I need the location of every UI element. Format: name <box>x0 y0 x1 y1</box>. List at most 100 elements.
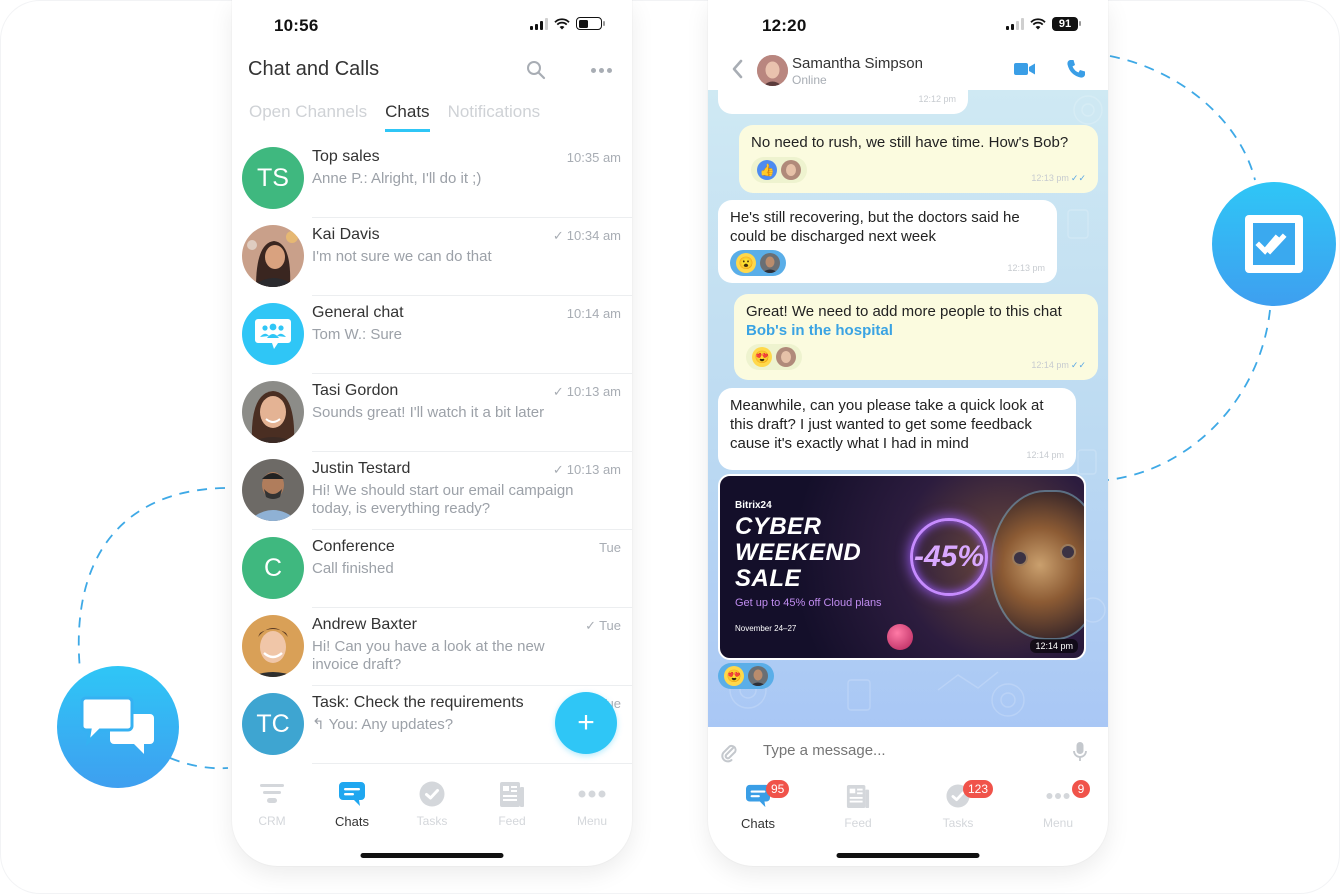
conversation-phone: 12:20 91 Samantha Simpson Online 12:12 p… <box>708 0 1108 866</box>
message-reactions[interactable]: 😮 <box>730 250 786 276</box>
video-call-icon[interactable] <box>1014 62 1036 76</box>
message-link[interactable]: Bob's in the hospital <box>746 321 1086 340</box>
promo-headline-line: WEEKEND <box>735 539 862 566</box>
attachment-icon[interactable] <box>720 741 738 763</box>
back-chevron-icon[interactable] <box>730 58 744 80</box>
nav-tasks[interactable]: Tasks 123 <box>908 780 1008 842</box>
love-emoji-icon: 😍 <box>752 347 772 367</box>
chat-name: Top sales <box>312 148 380 165</box>
chat-name: General chat <box>312 304 404 321</box>
chat-list-item[interactable]: Andrew Baxter ✓ Tue Hi! Can you have a lo… <box>232 608 632 686</box>
astronaut-cat-illustration <box>990 490 1084 640</box>
battery-icon <box>576 17 605 30</box>
message-composer <box>708 727 1108 777</box>
outgoing-message: No need to rush, we still have time. How… <box>739 125 1098 193</box>
person-photo-icon <box>748 666 768 686</box>
menu-dots-icon <box>1046 793 1070 799</box>
bottom-nav: Chats 95 Feed Tasks 123 Menu 9 <box>708 780 1108 842</box>
message-time: 12:13 pm ✓✓ <box>1031 169 1086 188</box>
task-feature-badge <box>1212 182 1336 306</box>
chat-time-text: 10:34 am <box>566 228 621 243</box>
signal-icon <box>1006 18 1024 30</box>
avatar <box>242 225 304 287</box>
promo-image-message[interactable]: Bitrix24 CYBER WEEKEND SALE Get up to 45… <box>718 474 1086 660</box>
chat-name: Task: Check the requirements <box>312 694 524 711</box>
group-chat-icon <box>255 319 291 349</box>
nav-chats[interactable]: Chats <box>312 780 392 840</box>
new-chat-button[interactable]: + <box>555 692 617 754</box>
task-check-icon <box>419 781 445 807</box>
promo-headline-line: CYBER <box>735 513 822 540</box>
cat-eye <box>1012 550 1028 566</box>
incoming-message: He's still recovering, but the doctors s… <box>718 200 1057 283</box>
phone-call-icon[interactable] <box>1066 59 1086 79</box>
avatar: C <box>242 537 304 599</box>
background-card <box>0 0 1340 894</box>
discount-badge: -45% <box>910 518 988 596</box>
peer-name: Samantha Simpson <box>792 55 923 72</box>
app-header: Chat and Calls <box>248 58 616 86</box>
chat-time-text: 10:35 am <box>566 150 621 165</box>
search-icon[interactable] <box>526 60 546 80</box>
outgoing-message: Great! We need to add more people to thi… <box>734 294 1098 380</box>
chat-list-item[interactable]: C Conference Tue Call finished <box>232 530 632 608</box>
promo-headline: CYBER WEEKEND SALE <box>735 514 861 592</box>
message-time: 12:12 pm <box>918 94 956 104</box>
message-text: Meanwhile, can you please take a quick l… <box>730 397 1044 452</box>
crm-funnel-icon <box>260 784 284 803</box>
avatar: TS <box>242 147 304 209</box>
double-check-icon: ✓✓ <box>1070 173 1086 183</box>
chat-list-item[interactable]: TS Top sales 10:35 am Anne P.: Alright, … <box>232 140 632 218</box>
nav-tasks[interactable]: Tasks <box>392 780 472 840</box>
microphone-icon[interactable] <box>1072 741 1088 763</box>
nav-label: Chats <box>335 814 369 829</box>
nav-label: Feed <box>844 816 872 830</box>
signal-icon <box>530 17 548 30</box>
nav-feed[interactable]: Feed <box>808 782 908 842</box>
nav-label: Feed <box>498 814 526 828</box>
read-check-icon: ✓ <box>552 228 564 243</box>
chat-list-item[interactable]: Justin Testard ✓ 10:13 am Hi! We should s… <box>232 452 632 530</box>
message-thread: Almost done! Give 2 more hours 12:12 pm … <box>708 90 1108 727</box>
chat-time-text: 10:13 am <box>566 384 621 399</box>
nav-label: Tasks <box>416 814 448 828</box>
message-reactions[interactable]: 👍 <box>751 157 807 183</box>
nav-menu[interactable]: Menu 9 <box>1008 780 1108 842</box>
chat-name: Conference <box>312 538 395 555</box>
nav-feed[interactable]: Feed <box>472 780 552 840</box>
avatar: TC <box>242 693 304 755</box>
unread-badge: 95 <box>766 780 790 798</box>
feed-icon <box>500 781 524 807</box>
tab-chats[interactable]: Chats <box>385 102 430 132</box>
chat-list-item[interactable]: Tasi Gordon ✓ 10:13 am Sounds great! I'll… <box>232 374 632 452</box>
chat-time-text: 10:13 am <box>566 462 621 477</box>
message-reactions[interactable]: 😍 <box>746 344 802 370</box>
nav-chats[interactable]: Chats 95 <box>708 780 808 842</box>
tab-open-channels[interactable]: Open Channels <box>249 102 367 132</box>
message-input[interactable] <box>763 742 1043 759</box>
message-time-text: 12:14 pm <box>1031 360 1069 370</box>
chat-time: Tue <box>599 540 621 555</box>
tab-notifications[interactable]: Notifications <box>448 102 541 132</box>
promo-dates: November 24–27 <box>735 624 797 633</box>
chat-preview: Hi! Can you have a look at the new invoi… <box>312 638 545 673</box>
task-double-check-icon <box>1245 215 1303 273</box>
more-options-icon[interactable] <box>591 68 612 73</box>
message-reactions[interactable]: 😍 <box>718 663 774 689</box>
nav-crm[interactable]: CRM <box>232 780 312 840</box>
chat-preview: Hi! We should start our email campaign t… <box>312 482 574 517</box>
avatar <box>242 459 304 521</box>
chat-list-item[interactable]: Kai Davis ✓ 10:34 am I'm not sure we can … <box>232 218 632 296</box>
chat-preview: I'm not sure we can do that <box>312 248 492 265</box>
nav-label: Chats <box>741 816 775 831</box>
chat-tabs: Open Channels Chats Notifications <box>249 102 540 132</box>
chat-bubble-icon <box>339 782 365 806</box>
peer-avatar[interactable] <box>757 55 788 86</box>
nav-menu[interactable]: Menu <box>552 780 632 840</box>
chat-list-item[interactable]: General chat 10:14 am Tom W.: Sure <box>232 296 632 374</box>
avatar <box>242 381 304 443</box>
message-time: 12:14 pm <box>1026 450 1064 460</box>
message-text: He's still recovering, but the doctors s… <box>730 209 1020 245</box>
chat-time-text: Tue <box>599 618 621 633</box>
chat-time-text: 10:14 am <box>566 306 621 321</box>
